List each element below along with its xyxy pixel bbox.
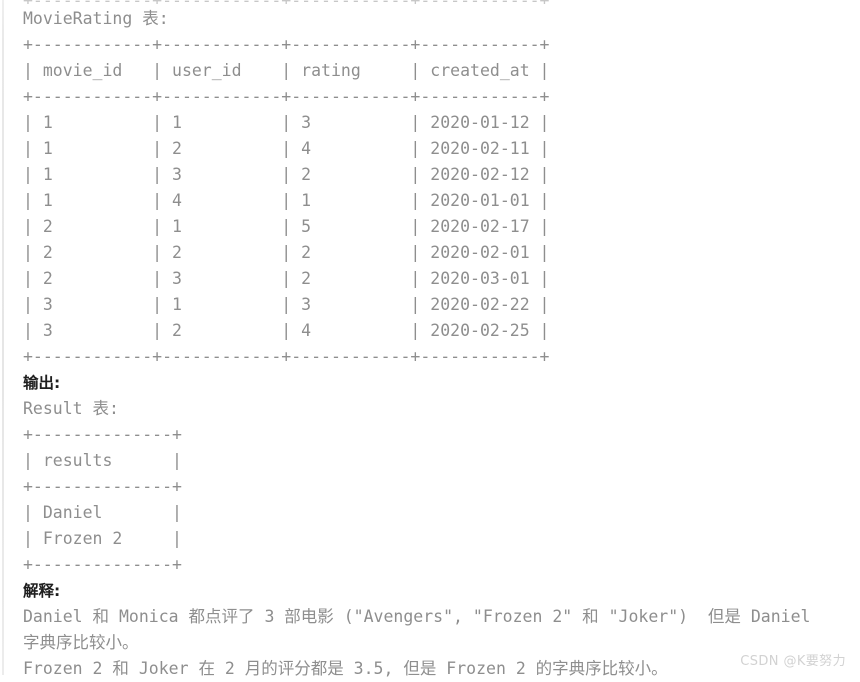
- article-content: MovieRating 表: +------------+-----------…: [0, 0, 860, 682]
- explanation-heading: 解释:: [23, 582, 61, 600]
- table-row: | 2 | 2 | 2 | 2020-02-01 |: [23, 243, 550, 262]
- result-table: +--------------+ | results | +----------…: [23, 422, 860, 578]
- table-row: | 1 | 3 | 2 | 2020-02-12 |: [23, 165, 550, 184]
- result-bottom-rule: +--------------+: [23, 555, 182, 574]
- explanation-line: 字典序比较小。: [23, 633, 139, 652]
- table-row: | Daniel |: [23, 503, 182, 522]
- table-row: | Frozen 2 |: [23, 529, 182, 548]
- output-heading: 输出:: [23, 374, 61, 392]
- result-top-rule: +--------------+: [23, 425, 182, 444]
- table-row: | 1 | 2 | 4 | 2020-02-11 |: [23, 139, 550, 158]
- result-header-row: | results |: [23, 451, 182, 470]
- movierating-bottom-rule: +------------+------------+------------+…: [23, 347, 550, 366]
- csdn-watermark: CSDN @K要努力: [740, 654, 846, 669]
- explanation-line: Frozen 2 和 Joker 在 2 月的评分都是 3.5, 但是 Froz…: [23, 659, 668, 678]
- explanation-line: Daniel 和 Monica 都点评了 3 部电影 ("Avengers", …: [23, 607, 811, 626]
- table-row: | 2 | 3 | 2 | 2020-03-01 |: [23, 269, 550, 288]
- movierating-table-caption: MovieRating 表:: [23, 9, 169, 28]
- movierating-header-rule: +------------+------------+------------+…: [23, 87, 550, 106]
- table-row: | 3 | 2 | 4 | 2020-02-25 |: [23, 321, 550, 340]
- movierating-table: +------------+------------+------------+…: [23, 32, 860, 370]
- movierating-header-row: | movie_id | user_id | rating | created_…: [23, 61, 550, 80]
- table-row: | 1 | 1 | 3 | 2020-01-12 |: [23, 113, 550, 132]
- table-row: | 2 | 1 | 5 | 2020-02-17 |: [23, 217, 550, 236]
- table-row: | 1 | 4 | 1 | 2020-01-01 |: [23, 191, 550, 210]
- table-row: | 3 | 1 | 3 | 2020-02-22 |: [23, 295, 550, 314]
- result-header-rule: +--------------+: [23, 477, 182, 496]
- movierating-top-rule: +------------+------------+------------+…: [23, 35, 550, 54]
- result-table-caption: Result 表:: [23, 399, 119, 418]
